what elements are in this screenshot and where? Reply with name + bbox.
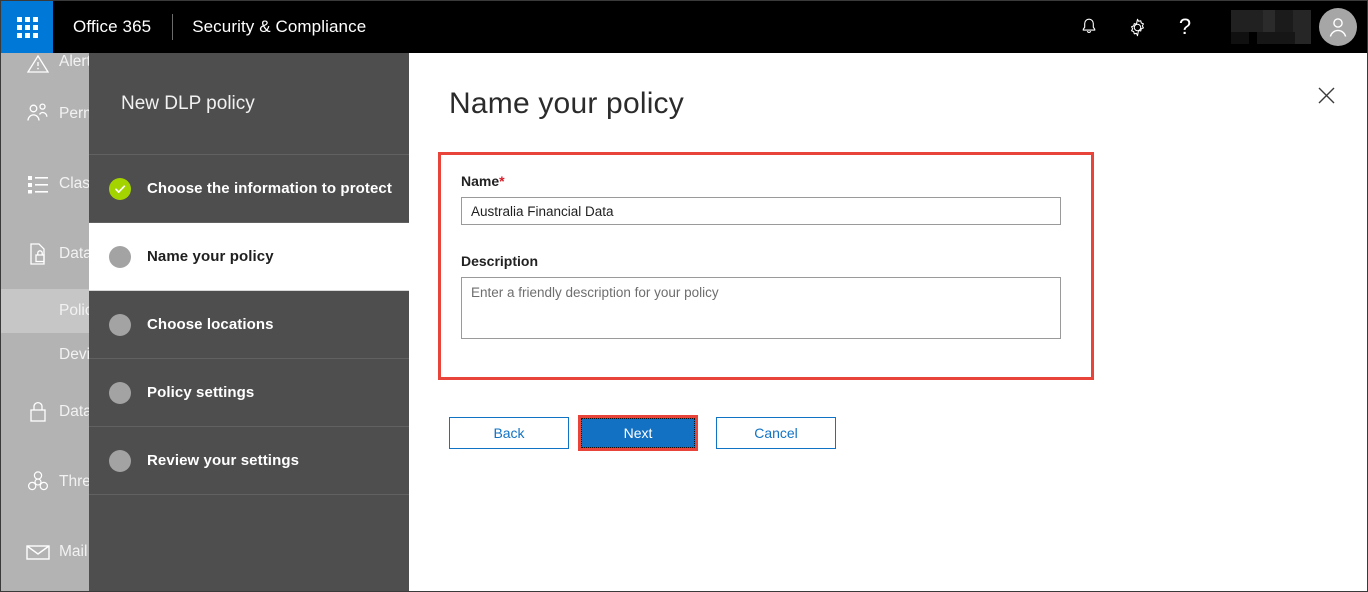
- wizard-step-choose-locations[interactable]: Choose locations: [89, 291, 409, 359]
- required-asterisk: *: [499, 173, 505, 189]
- people-icon: [17, 102, 59, 126]
- waffle-icon: [16, 16, 38, 38]
- policy-description-input[interactable]: [461, 277, 1061, 339]
- notifications-button[interactable]: [1065, 1, 1113, 53]
- suite-bar-right: ?: [1065, 1, 1367, 53]
- bell-icon: [1082, 18, 1096, 33]
- page-title: Name your policy: [449, 87, 684, 120]
- wizard-step-name-your-policy[interactable]: Name your policy: [89, 223, 409, 291]
- brand-divider: [172, 14, 174, 40]
- wizard-step-review-your-settings[interactable]: Review your settings: [89, 427, 409, 495]
- question-mark-icon: ?: [1178, 14, 1192, 39]
- sidebar-item-label: Data: [59, 245, 92, 262]
- content-pane: Name your policy Name* Description Back …: [409, 53, 1367, 591]
- step-bullet-icon: [109, 313, 131, 336]
- close-button[interactable]: [1309, 78, 1343, 112]
- app-launcher-button[interactable]: [1, 1, 53, 53]
- wizard-step-label: Choose the information to protect: [147, 180, 392, 197]
- close-icon: [1318, 87, 1334, 103]
- wizard-title: New DLP policy: [89, 53, 409, 155]
- sidebar-item-label: Data: [59, 403, 92, 420]
- wizard-step-label: Name your policy: [147, 248, 274, 265]
- person-icon: [1329, 18, 1347, 37]
- settings-button[interactable]: [1113, 1, 1161, 53]
- step-bullet-icon: [109, 449, 131, 472]
- brand-office365[interactable]: Office 365: [53, 17, 151, 37]
- policy-name-form: Name* Description: [441, 155, 1091, 344]
- help-button[interactable]: ?: [1161, 1, 1209, 53]
- wizard-step-label: Review your settings: [147, 452, 300, 469]
- wizard-step-policy-settings[interactable]: Policy settings: [89, 359, 409, 427]
- wizard-step-label: Choose locations: [147, 316, 274, 333]
- mail-icon: [17, 541, 59, 563]
- name-field-label: Name*: [461, 173, 1071, 189]
- wizard-button-row: Back Next Cancel: [449, 415, 836, 451]
- wizard-panel: New DLP policy Choose the information to…: [89, 53, 409, 591]
- user-name-redacted: [1231, 10, 1311, 44]
- sidebar-item-label: Mail: [59, 543, 88, 560]
- next-button-annotation-highlight: Next: [578, 415, 698, 451]
- back-button[interactable]: Back: [449, 417, 569, 449]
- wizard-step-choose-information[interactable]: Choose the information to protect: [89, 155, 409, 223]
- cancel-button[interactable]: Cancel: [716, 417, 836, 449]
- next-button[interactable]: Next: [581, 418, 695, 448]
- name-label-text: Name: [461, 173, 500, 189]
- step-complete-check-icon: [109, 177, 131, 200]
- document-lock-icon: [17, 241, 59, 267]
- description-field-label: Description: [461, 253, 539, 269]
- suite-bar: Office 365 Security & Compliance ?: [1, 1, 1367, 53]
- step-bullet-icon: [109, 245, 131, 268]
- biohazard-icon: [17, 469, 59, 495]
- alert-triangle-icon: [17, 53, 59, 75]
- policy-name-input[interactable]: [461, 197, 1061, 225]
- wizard-step-label: Policy settings: [147, 384, 255, 401]
- lock-icon: [17, 399, 59, 425]
- form-annotation-highlight: Name* Description: [438, 152, 1094, 380]
- gear-icon: [1130, 18, 1144, 36]
- app-name-security-compliance[interactable]: Security & Compliance: [192, 17, 366, 37]
- avatar[interactable]: [1319, 8, 1357, 46]
- list-icon: [17, 172, 59, 196]
- step-bullet-icon: [109, 381, 131, 404]
- app-window: Office 365 Security & Compliance ? Alert…: [0, 0, 1368, 592]
